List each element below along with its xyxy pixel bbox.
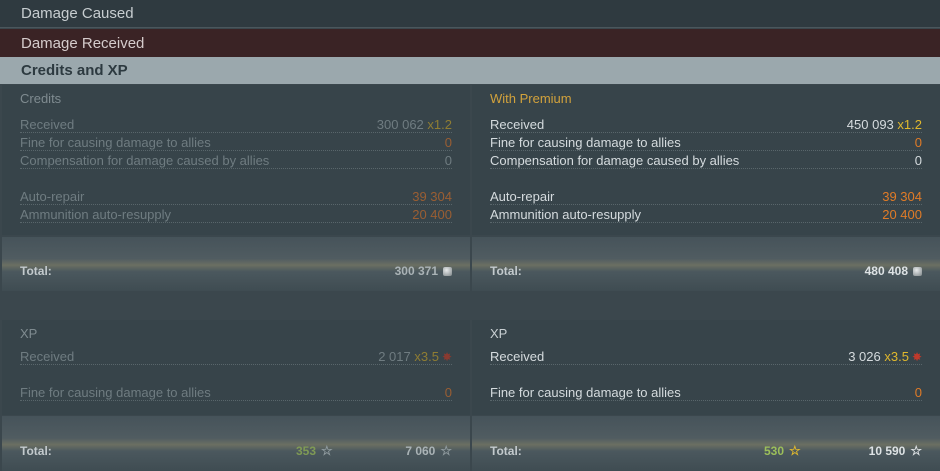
- row-value: 2 017 x3.5 ✸: [378, 349, 452, 364]
- row-label: Received: [490, 117, 545, 132]
- row-label: Fine for causing damage to allies: [20, 385, 211, 400]
- credits-total-bar: Total: 300 371: [2, 237, 470, 291]
- coin-icon: [443, 267, 452, 277]
- credits-title: Credits: [20, 91, 62, 106]
- star-icon: ☆: [440, 443, 452, 458]
- premium-title: With Premium: [490, 91, 572, 106]
- xp-multiplier-icon: ✸: [911, 350, 922, 364]
- tab-damage-received[interactable]: Damage Received: [0, 29, 940, 57]
- total-label: Total:: [490, 264, 522, 278]
- row-value: 0: [444, 153, 452, 168]
- credits-total-value: 300 371: [395, 264, 452, 278]
- row-label: Auto-repair: [20, 189, 85, 204]
- row-label: Compensation for damage caused by allies: [490, 153, 740, 168]
- xp-total: 10 590 ☆: [868, 443, 922, 458]
- multiplier: x1.2: [427, 117, 452, 132]
- row-value: 39 304: [882, 189, 922, 204]
- free-xp-total: 353 ☆: [296, 443, 333, 458]
- tab-credits-and-xp-label: Credits and XP: [21, 62, 128, 79]
- premium-auto-repair-row: Auto-repair 39 304: [490, 188, 922, 205]
- credits-auto-repair-row: Auto-repair 39 304: [20, 188, 452, 205]
- xp-total-bar-left: Total: 353 ☆ 7 060 ☆: [2, 416, 470, 471]
- star-icon: ☆: [789, 443, 801, 458]
- row-value: 450 093 x1.2: [846, 117, 922, 132]
- star-icon: ☆: [910, 443, 922, 458]
- row-value: 20 400: [882, 207, 922, 222]
- credits-compensation-row: Compensation for damage caused by allies…: [20, 152, 452, 169]
- row-label: Auto-repair: [490, 189, 555, 204]
- tab-damage-caused[interactable]: Damage Caused: [0, 0, 940, 28]
- xp-total-bar-right: Total: 530 ☆ 10 590 ☆: [472, 416, 940, 471]
- row-label: Fine for causing damage to allies: [20, 135, 211, 150]
- row-label: Fine for causing damage to allies: [490, 385, 681, 400]
- xp-multiplier-icon: ✸: [441, 350, 452, 364]
- row-label: Received: [490, 349, 545, 364]
- row-value: 3 026 x3.5 ✸: [848, 349, 922, 364]
- tab-damage-received-label: Damage Received: [21, 34, 145, 52]
- row-value: 0: [444, 135, 452, 150]
- xp-fine-row: Fine for causing damage to allies 0: [490, 384, 922, 401]
- premium-total-value: 480 408: [865, 264, 922, 278]
- tab-credits-and-xp[interactable]: Credits and XP: [0, 57, 940, 84]
- row-label: Ammunition auto-resupply: [20, 207, 172, 222]
- total-label: Total:: [490, 444, 522, 458]
- xp-panel-right: XP Received 3 026 x3.5 ✸ Fine for causing…: [472, 320, 940, 415]
- xp-title: XP: [490, 326, 508, 341]
- row-value: 0: [444, 385, 452, 400]
- row-value: 0: [914, 385, 922, 400]
- premium-total-bar: Total: 480 408: [472, 237, 940, 291]
- credits-auto-resupply-row: Ammunition auto-resupply 20 400: [20, 206, 452, 223]
- premium-received-row: Received 450 093 x1.2: [490, 116, 922, 133]
- premium-panel: With Premium Received 450 093 x1.2 Fine …: [472, 85, 940, 235]
- xp-received-row: Received 3 026 x3.5 ✸: [490, 348, 922, 365]
- row-label: Received: [20, 349, 75, 364]
- star-icon: ☆: [321, 443, 333, 458]
- premium-fine-row: Fine for causing damage to allies 0: [490, 134, 922, 151]
- row-label: Fine for causing damage to allies: [490, 135, 681, 150]
- tab-damage-caused-label: Damage Caused: [21, 5, 134, 22]
- row-label: Compensation for damage caused by allies: [20, 153, 270, 168]
- row-value: 0: [914, 153, 922, 168]
- xp-received-row: Received 2 017 x3.5 ✸: [20, 348, 452, 365]
- row-value: 39 304: [412, 189, 452, 204]
- premium-compensation-row: Compensation for damage caused by allies…: [490, 152, 922, 169]
- total-label: Total:: [20, 444, 52, 458]
- multiplier: x3.5: [414, 349, 439, 364]
- xp-total: 7 060 ☆: [405, 443, 452, 458]
- premium-auto-resupply-row: Ammunition auto-resupply 20 400: [490, 206, 922, 223]
- row-value: 0: [914, 135, 922, 150]
- coin-icon: [913, 267, 922, 277]
- credits-received-row: Received 300 062 x1.2: [20, 116, 452, 133]
- total-label: Total:: [20, 264, 52, 278]
- multiplier: x1.2: [897, 117, 922, 132]
- row-value: 300 062 x1.2: [376, 117, 452, 132]
- xp-title: XP: [20, 326, 38, 341]
- free-xp-total: 530 ☆: [764, 443, 801, 458]
- credits-panel: Credits Received 300 062 x1.2 Fine for c…: [2, 85, 470, 235]
- credits-fine-row: Fine for causing damage to allies 0: [20, 134, 452, 151]
- multiplier: x3.5: [884, 349, 909, 364]
- row-label: Ammunition auto-resupply: [490, 207, 642, 222]
- row-label: Received: [20, 117, 75, 132]
- row-value: 20 400: [412, 207, 452, 222]
- xp-fine-row: Fine for causing damage to allies 0: [20, 384, 452, 401]
- xp-panel-left: XP Received 2 017 x3.5 ✸ Fine for causing…: [2, 320, 470, 415]
